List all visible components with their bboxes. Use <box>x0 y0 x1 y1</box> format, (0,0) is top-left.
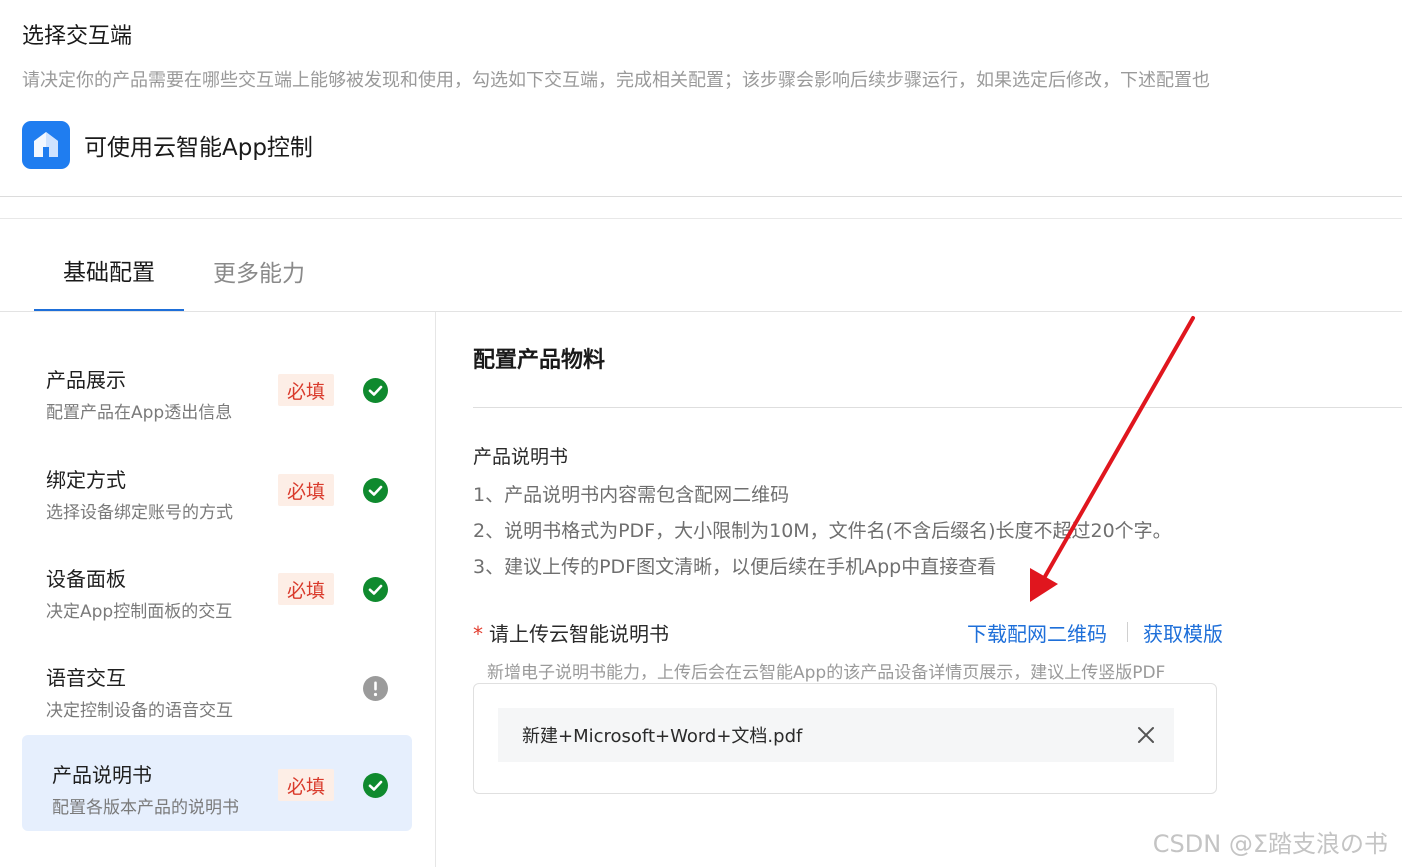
sidebar-item-title: 设备面板 <box>46 567 126 591</box>
sidebar-item-title: 语音交互 <box>46 666 126 690</box>
check-circle-icon <box>363 478 388 503</box>
uploaded-file-item: 新建+Microsoft+Word+文档.pdf <box>498 708 1174 762</box>
required-badge: 必填 <box>278 474 334 506</box>
tab-basic-config[interactable]: 基础配置 <box>34 230 184 312</box>
required-badge: 必填 <box>278 573 334 605</box>
upload-label-text: 请上传云智能说明书 <box>489 622 669 646</box>
upload-field-label: * 请上传云智能说明书 <box>473 618 669 647</box>
sidebar-item-binding-method[interactable]: 绑定方式 选择设备绑定账号的方式 必填 <box>22 440 412 536</box>
watermark: CSDN @Σ踏支浪の书 <box>1152 830 1388 858</box>
config-sidebar: 产品展示 配置产品在App透出信息 必填 绑定方式 选择设备绑定账号的方式 必填… <box>0 312 436 867</box>
required-mark: * <box>473 622 483 646</box>
section-divider <box>473 407 1402 408</box>
sidebar-item-title: 绑定方式 <box>46 468 126 492</box>
file-name: 新建+Microsoft+Word+文档.pdf <box>522 726 803 747</box>
manual-title: 产品说明书 <box>473 446 569 468</box>
manual-rule: 1、产品说明书内容需包含配网二维码 <box>473 484 790 506</box>
check-circle-icon <box>363 773 388 798</box>
upload-hint: 新增电子说明书能力，上传后会在云智能App的该产品设备详情页展示，建议上传竖版P… <box>487 663 1166 683</box>
exclamation-circle-icon <box>363 676 388 701</box>
cloud-app-icon <box>22 121 70 169</box>
check-circle-icon <box>363 378 388 403</box>
sidebar-item-subtitle: 选择设备绑定账号的方式 <box>46 503 233 523</box>
channel-label: 可使用云智能App控制 <box>84 135 313 161</box>
channel-option[interactable]: 可使用云智能App控制 <box>22 120 313 170</box>
sidebar-item-product-manual[interactable]: 产品说明书 配置各版本产品的说明书 必填 <box>22 735 412 831</box>
sidebar-item-subtitle: 配置产品在App透出信息 <box>46 403 233 423</box>
sidebar-item-subtitle: 决定App控制面板的交互 <box>46 602 233 622</box>
config-tabs: 基础配置 更多能力 <box>34 230 334 312</box>
check-circle-icon <box>363 577 388 602</box>
page-title: 选择交互端 <box>22 24 133 49</box>
sidebar-item-subtitle: 配置各版本产品的说明书 <box>52 798 239 818</box>
download-qr-link[interactable]: 下载配网二维码 <box>967 618 1107 647</box>
sidebar-item-title: 产品展示 <box>46 368 126 392</box>
link-separator <box>1127 622 1128 642</box>
sidebar-item-device-panel[interactable]: 设备面板 决定App控制面板的交互 必填 <box>22 539 412 635</box>
divider <box>0 218 1402 219</box>
sidebar-item-product-display[interactable]: 产品展示 配置产品在App透出信息 必填 <box>22 340 412 436</box>
manual-rule: 2、说明书格式为PDF，大小限制为10M，文件名(不含后缀名)长度不超过20个字… <box>473 520 1172 542</box>
manual-rule: 3、建议上传的PDF图文清晰，以便后续在手机App中直接查看 <box>473 556 997 578</box>
required-badge: 必填 <box>278 769 334 801</box>
upload-area[interactable]: 新建+Microsoft+Word+文档.pdf <box>473 683 1217 794</box>
sidebar-item-title: 产品说明书 <box>52 763 152 787</box>
close-icon[interactable] <box>1136 725 1156 745</box>
required-badge: 必填 <box>278 374 334 406</box>
get-template-link[interactable]: 获取模版 <box>1143 618 1223 647</box>
tab-more-capabilities[interactable]: 更多能力 <box>184 230 334 312</box>
config-main-panel: 配置产品物料 产品说明书 1、产品说明书内容需包含配网二维码 2、说明书格式为P… <box>437 312 1402 867</box>
divider <box>0 196 1402 197</box>
sidebar-item-voice-interaction[interactable]: 语音交互 决定控制设备的语音交互 <box>22 638 412 734</box>
sidebar-item-subtitle: 决定控制设备的语音交互 <box>46 701 233 721</box>
section-title: 配置产品物料 <box>473 348 606 373</box>
page-description: 请决定你的产品需要在哪些交互端上能够被发现和使用，勾选如下交互端，完成相关配置；… <box>22 70 1210 91</box>
